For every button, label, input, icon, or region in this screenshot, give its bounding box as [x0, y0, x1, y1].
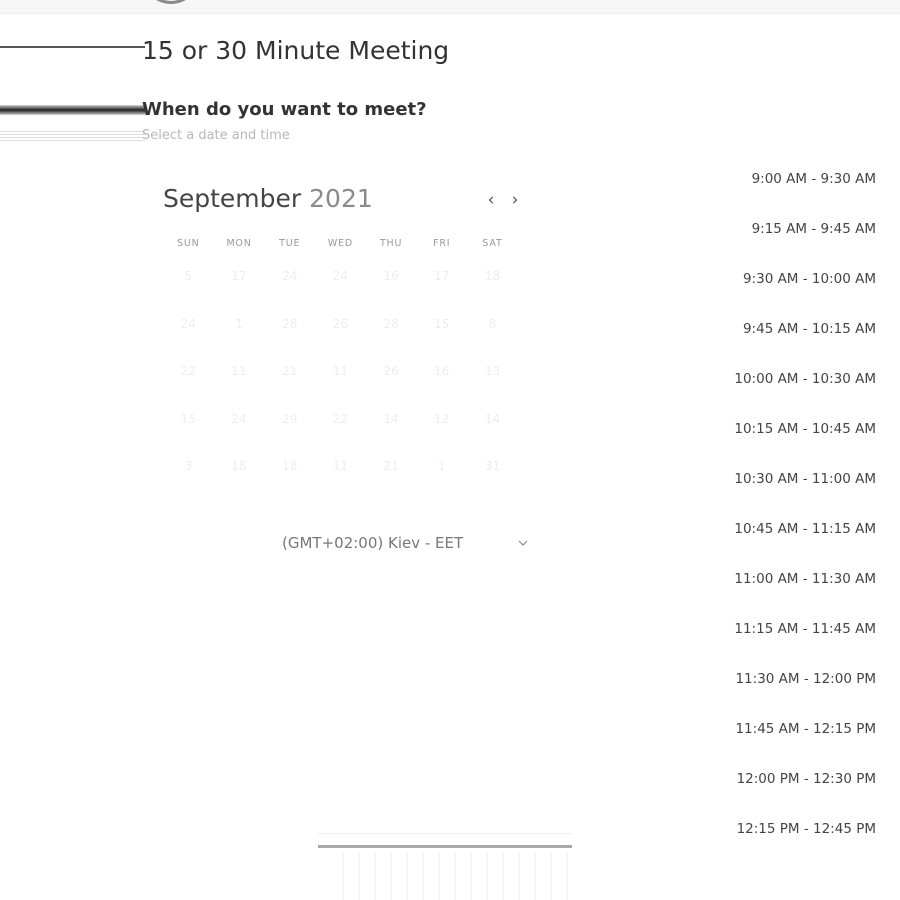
- calendar-week: 3 18 18 11 21 1 31: [163, 454, 518, 502]
- calendar-day-disabled: 14: [383, 411, 399, 426]
- instruction-text: Select a date and time: [142, 128, 290, 143]
- time-slot[interactable]: 10:30 AM - 11:00 AM: [706, 466, 876, 516]
- weekday-label: THU: [379, 238, 403, 249]
- weekday-label: SAT: [482, 238, 503, 249]
- calendar-day-disabled: 18: [282, 459, 298, 473]
- chevron-down-icon: [518, 540, 528, 546]
- calendar-day-disabled: 8: [488, 316, 497, 331]
- time-slot[interactable]: 11:45 AM - 12:15 PM: [706, 716, 876, 766]
- weekday-label: MON: [226, 238, 252, 249]
- calendar-day-disabled: 13: [484, 364, 501, 378]
- calendar-day-disabled: 22: [332, 411, 349, 426]
- weekday-label: SUN: [177, 238, 200, 249]
- divider: [318, 833, 572, 834]
- calendar-day-disabled: 16: [383, 269, 399, 283]
- calendar-day-disabled: 24: [332, 269, 349, 283]
- chevron-right-icon: ›: [511, 190, 519, 210]
- calendar-year: 2021: [309, 184, 373, 213]
- calendar-day-disabled: 1: [235, 316, 243, 331]
- footer-placeholder: [328, 852, 568, 900]
- calendar-week: 15 24 29 22 14 12 14: [163, 407, 518, 455]
- calendar-day-disabled: 29: [282, 411, 298, 426]
- time-slot[interactable]: 11:00 AM - 11:30 AM: [706, 566, 876, 616]
- timezone-label: (GMT+02:00) Kiev - EET: [282, 534, 464, 552]
- chevron-left-icon: ‹: [487, 190, 495, 210]
- calendar-week: 24 1 28 26 28 15 8: [163, 312, 518, 360]
- calendar-day-disabled: 15: [434, 316, 450, 331]
- decorative-rule: [0, 105, 145, 115]
- calendar-day-disabled: 3: [184, 459, 193, 473]
- calendar-day-disabled: 17: [231, 269, 247, 283]
- calendar-day-disabled: 21: [383, 459, 399, 473]
- time-slot[interactable]: 9:30 AM - 10:00 AM: [706, 266, 876, 316]
- time-slot[interactable]: 12:15 PM - 12:45 PM: [706, 816, 876, 866]
- top-bar: [0, 0, 900, 14]
- time-slot[interactable]: 10:00 AM - 10:30 AM: [706, 366, 876, 416]
- calendar-day-disabled: 11: [332, 459, 349, 473]
- decorative-rule: [0, 131, 145, 141]
- weekday-label: FRI: [433, 238, 451, 249]
- calendar-header: September 2021: [163, 184, 373, 213]
- time-slot[interactable]: 9:15 AM - 9:45 AM: [706, 216, 876, 266]
- calendar-day-disabled: 26: [383, 364, 399, 378]
- time-slot-list: 9:00 AM - 9:30 AM 9:15 AM - 9:45 AM 9:30…: [706, 166, 876, 866]
- calendar-day-disabled: 24: [282, 269, 298, 283]
- next-month-button[interactable]: ›: [505, 188, 525, 212]
- time-slot[interactable]: 11:15 AM - 11:45 AM: [706, 616, 876, 666]
- calendar-day-disabled: 5: [184, 269, 193, 283]
- calendar-day-disabled: 18: [484, 269, 501, 283]
- time-slot[interactable]: 12:00 PM - 12:30 PM: [706, 766, 876, 816]
- calendar-day-disabled: 11: [332, 364, 349, 378]
- calendar-day-disabled: 17: [434, 269, 450, 283]
- prev-month-button[interactable]: ‹: [481, 188, 501, 212]
- calendar-day-disabled: 14: [484, 411, 501, 426]
- weekday-header: SUN MON TUE WED THU FRI SAT: [163, 238, 518, 249]
- calendar-day-disabled: 26: [332, 316, 349, 331]
- calendar-day-disabled: 18: [231, 459, 247, 473]
- calendar-day-disabled: 16: [434, 364, 450, 378]
- calendar-grid: 5 17 24 24 16 17 18 24 1 28 26 28 15 8 2…: [163, 264, 518, 502]
- decorative-rule: [0, 46, 145, 48]
- calendar-day-disabled: 24: [180, 316, 196, 331]
- calendar-day-disabled: 28: [282, 316, 298, 331]
- calendar-day-disabled: 1: [437, 459, 446, 473]
- calendar-day-disabled: 31: [484, 459, 501, 473]
- time-slot[interactable]: 9:45 AM - 10:15 AM: [706, 316, 876, 366]
- divider: [318, 845, 572, 848]
- timezone-select[interactable]: (GMT+02:00) Kiev - EET: [282, 532, 534, 556]
- time-slot[interactable]: 11:30 AM - 12:00 PM: [706, 666, 876, 716]
- calendar-day-disabled: 28: [383, 316, 399, 331]
- time-slot[interactable]: 10:45 AM - 11:15 AM: [706, 516, 876, 566]
- calendar-month: September: [163, 184, 302, 213]
- calendar-week: 5 17 24 24 16 17 18: [163, 264, 518, 312]
- calendar-day-disabled: 12: [434, 411, 450, 426]
- calendar-day-disabled: 24: [231, 411, 247, 426]
- page-title: 15 or 30 Minute Meeting: [142, 36, 450, 65]
- calendar-day-disabled: 21: [282, 364, 298, 378]
- weekday-label: TUE: [279, 238, 301, 249]
- calendar-day-disabled: 15: [180, 411, 196, 426]
- meeting-question: When do you want to meet?: [142, 99, 427, 120]
- calendar-week: 22 11 21 11 26 16 13: [163, 359, 518, 407]
- calendar-day-disabled: 22: [180, 364, 196, 378]
- calendar-day-disabled: 11: [231, 364, 247, 378]
- weekday-label: WED: [327, 238, 353, 249]
- time-slot[interactable]: 10:15 AM - 10:45 AM: [706, 416, 876, 466]
- time-slot[interactable]: 9:00 AM - 9:30 AM: [706, 166, 876, 216]
